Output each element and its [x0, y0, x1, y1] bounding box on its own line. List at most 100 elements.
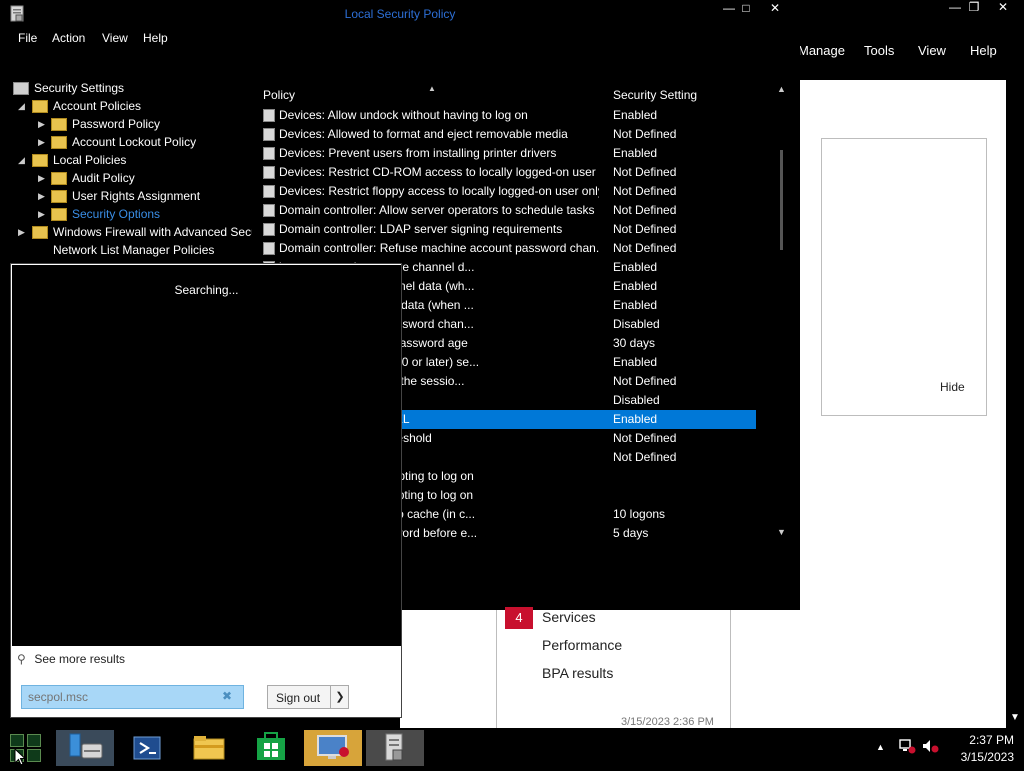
- taskbar-local-security-policy[interactable]: [366, 730, 424, 766]
- policy-name: Domain controller: LDAP server signing r…: [279, 222, 563, 236]
- search-box[interactable]: ✖: [21, 685, 244, 709]
- menu-view[interactable]: View: [102, 31, 128, 45]
- hide-link[interactable]: Hide: [940, 380, 965, 394]
- menu-file[interactable]: File: [18, 31, 37, 45]
- policy-setting: Enabled: [613, 108, 658, 122]
- search-icon: ⚲: [17, 652, 26, 666]
- policy-name: Devices: Allowed to format and eject rem…: [279, 127, 568, 141]
- volume-icon[interactable]: [921, 738, 939, 754]
- expand-icon[interactable]: ▶: [38, 209, 48, 220]
- policy-setting: Not Defined: [613, 450, 677, 464]
- tile-item-performance[interactable]: Performance: [542, 637, 622, 653]
- taskbar-powershell[interactable]: [118, 730, 176, 766]
- sign-out-label: Sign out: [276, 691, 321, 705]
- taskbar-server-manager[interactable]: [56, 730, 114, 766]
- policy-setting: Enabled: [613, 355, 658, 369]
- list-header: ▲ Policy Security Setting: [256, 84, 776, 104]
- sign-out-button[interactable]: Sign out ❯: [267, 685, 349, 709]
- tile-item-services[interactable]: Services: [542, 609, 596, 625]
- policy-icon: [263, 185, 275, 198]
- menu-action[interactable]: Action: [52, 31, 85, 45]
- collapse-icon[interactable]: ◢: [18, 101, 28, 112]
- welcome-card: [821, 138, 987, 416]
- see-more-results-link[interactable]: ⚲ See more results: [17, 652, 125, 666]
- expand-icon[interactable]: ▶: [18, 227, 28, 238]
- menu-help[interactable]: Help: [970, 43, 997, 58]
- start-tile-icon: [10, 734, 24, 747]
- tree-label: Account Policies: [53, 99, 142, 113]
- search-input[interactable]: [26, 688, 216, 706]
- column-header-security-setting[interactable]: Security Setting: [613, 88, 697, 102]
- server-manager-icon: [69, 733, 103, 759]
- store-icon: [257, 732, 285, 760]
- chevron-right-icon[interactable]: ❯: [330, 686, 349, 708]
- menu-tools[interactable]: Tools: [864, 43, 894, 58]
- collapse-icon[interactable]: ◢: [18, 155, 28, 166]
- taskbar-remote-desktop[interactable]: [304, 730, 362, 766]
- scroll-up-icon[interactable]: ▲: [777, 84, 786, 94]
- scroll-down-icon[interactable]: ▼: [1010, 712, 1020, 723]
- policy-setting: Not Defined: [613, 431, 677, 445]
- policy-setting: Not Defined: [613, 165, 677, 179]
- security-settings-icon: [13, 82, 29, 95]
- policy-row[interactable]: Devices: Restrict CD-ROM access to local…: [256, 163, 756, 182]
- column-header-policy[interactable]: Policy: [263, 88, 295, 102]
- policy-row[interactable]: Devices: Allow undock without having to …: [256, 106, 756, 125]
- minimize-icon[interactable]: —: [948, 0, 962, 14]
- policy-row[interactable]: Domain controller: Refuse machine accoun…: [256, 239, 756, 258]
- policy-row[interactable]: Devices: Restrict floppy access to local…: [256, 182, 756, 201]
- folder-icon: [51, 172, 67, 185]
- policy-row[interactable]: Domain controller: Allow server operator…: [256, 201, 756, 220]
- folder-icon: [32, 100, 48, 113]
- security-policy-icon: [385, 733, 403, 761]
- taskbar-store[interactable]: [242, 730, 300, 766]
- show-hidden-icons-icon[interactable]: ▲: [876, 742, 885, 752]
- policy-setting: Enabled: [613, 412, 658, 426]
- clear-search-icon[interactable]: ✖: [222, 689, 232, 703]
- network-icon[interactable]: [898, 738, 916, 754]
- lsp-minimize-icon[interactable]: —: [722, 1, 736, 15]
- policy-name: Domain controller: Refuse machine accoun…: [279, 241, 599, 255]
- policy-setting: Not Defined: [613, 127, 677, 141]
- close-icon[interactable]: ✕: [996, 0, 1010, 14]
- scroll-down-icon[interactable]: ▼: [777, 527, 786, 537]
- folder-icon: [51, 136, 67, 149]
- lsp-title-bar: Local Security Policy — □ ✕: [0, 0, 800, 27]
- policy-row[interactable]: Devices: Prevent users from installing p…: [256, 144, 756, 163]
- policy-setting: Disabled: [613, 317, 660, 331]
- policy-name: Domain controller: Allow server operator…: [279, 203, 595, 217]
- powershell-icon: [133, 736, 161, 760]
- tree-label: User Rights Assignment: [72, 189, 201, 203]
- expand-icon[interactable]: ▶: [38, 137, 48, 148]
- maximize-icon[interactable]: ❐: [967, 0, 981, 14]
- policy-row[interactable]: Domain controller: LDAP server signing r…: [256, 220, 756, 239]
- menu-view[interactable]: View: [918, 43, 946, 58]
- expand-icon[interactable]: ▶: [38, 119, 48, 130]
- tree-label: Account Lockout Policy: [72, 135, 197, 149]
- policy-setting: Enabled: [613, 260, 658, 274]
- policy-setting: Disabled: [613, 393, 660, 407]
- start-tile-icon: [27, 749, 41, 762]
- folder-icon: [51, 208, 67, 221]
- clock-time[interactable]: 2:37 PM: [950, 733, 1014, 747]
- scrollbar-thumb[interactable]: [780, 150, 783, 250]
- folder-icon: [32, 226, 48, 239]
- tree-label: Security Settings: [34, 81, 125, 95]
- menu-help[interactable]: Help: [143, 31, 168, 45]
- policy-name: Devices: Allow undock without having to …: [279, 108, 528, 122]
- clock-date[interactable]: 3/15/2023: [950, 750, 1014, 764]
- taskbar-file-explorer[interactable]: [180, 730, 238, 766]
- policy-setting: Enabled: [613, 298, 658, 312]
- lsp-maximize-icon[interactable]: □: [739, 1, 753, 15]
- expand-icon[interactable]: ▶: [38, 173, 48, 184]
- searching-status: Searching...: [174, 283, 239, 297]
- lsp-close-icon[interactable]: ✕: [768, 1, 782, 15]
- tile-item-bpa-results[interactable]: BPA results: [542, 665, 613, 681]
- search-results-area: Searching...: [12, 265, 401, 646]
- policy-setting: Enabled: [613, 279, 658, 293]
- menu-manage[interactable]: Manage: [798, 43, 845, 58]
- expand-icon[interactable]: ▶: [38, 191, 48, 202]
- policy-row[interactable]: Devices: Allowed to format and eject rem…: [256, 125, 756, 144]
- policy-setting: Not Defined: [613, 374, 677, 388]
- policy-icon: [263, 128, 275, 141]
